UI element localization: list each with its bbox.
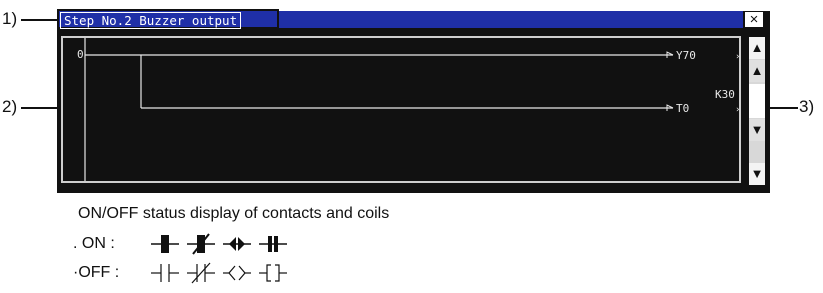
scroll-top-button[interactable]: ▲ [749, 37, 765, 59]
callout-1-label: 1) [2, 9, 18, 28]
window-title: Step No.2 Buzzer output [60, 12, 242, 29]
legend-off-label: ·OFF : [73, 264, 120, 281]
title-bar: Step No.2 Buzzer output [57, 9, 743, 29]
scroll-thumb[interactable] [749, 84, 765, 118]
on-normally-open-contact-icon [151, 235, 179, 253]
legend-on-row: . ON : [73, 232, 287, 256]
scroll-bottom-button[interactable]: ▼ [749, 163, 765, 185]
callout-3-line [770, 107, 798, 109]
scroll-up-button[interactable]: ▲ [749, 60, 765, 82]
scroll-down-button[interactable]: ▼ [749, 119, 765, 141]
callout-2-line [21, 107, 61, 109]
off-normally-closed-contact-icon [187, 262, 215, 284]
close-button[interactable]: × [745, 12, 763, 27]
off-normally-open-contact-icon [151, 264, 179, 282]
step-number: 0 [77, 48, 84, 61]
off-coil-icon [223, 265, 251, 281]
callout-1-line [21, 19, 59, 21]
coil-t0-label: T0 [676, 102, 689, 115]
legend-title: ON/OFF status display of contacts and co… [78, 205, 390, 222]
legend-off-row: ·OFF : [73, 261, 287, 285]
on-normally-closed-contact-icon [187, 233, 215, 255]
right-marker-2: › [735, 105, 739, 115]
ladder-display-area: 0 Y70 T0 K30 › › [61, 36, 741, 183]
legend-on-label: . ON : [73, 235, 115, 252]
ladder-monitor-window: Step No.2 Buzzer output × 0 Y70 T0 K30 ›… [57, 9, 770, 193]
coil-y70-label: Y70 [676, 49, 696, 62]
callout-3-label: 3) [799, 97, 815, 116]
ladder-diagram: 0 Y70 T0 K30 › › [77, 38, 739, 181]
right-marker-1: › [735, 52, 739, 62]
vertical-scrollbar[interactable]: ▲ ▲ ▼ ▼ [747, 35, 767, 187]
callout-2-label: 2) [2, 97, 18, 116]
on-coil-icon [223, 237, 251, 251]
on-application-instruction-icon [259, 236, 287, 252]
off-application-instruction-icon [259, 264, 287, 282]
timer-setting-label: K30 [715, 88, 735, 101]
